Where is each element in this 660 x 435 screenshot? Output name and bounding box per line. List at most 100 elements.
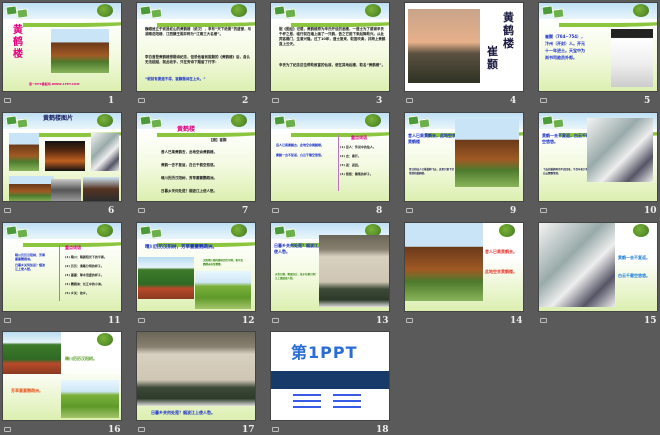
slide-number: 18 [376, 425, 389, 435]
park-photo [3, 332, 61, 374]
slide-thumbnail-8[interactable]: 重点词语昔人已乘黄鹤去，此地空余黄鹤楼。 黄鹤一去不复返，白云千载空悠悠。 (1) … [270, 112, 390, 202]
slide-number: 1 [108, 96, 115, 106]
slide-thumbnail-4[interactable]: 黄鹤楼 崔颢 [404, 2, 524, 92]
slide-transition-icon [4, 318, 11, 323]
slide-text: (4) 悠悠：飘荡的样子。 [340, 172, 373, 176]
link-line [293, 406, 321, 408]
tree-icon [633, 224, 649, 237]
slide-text: 黄鹤一去不复返。 [618, 255, 650, 260]
tower-photo [51, 179, 81, 201]
slide-number: 3 [376, 96, 383, 106]
rock-photo [195, 271, 251, 309]
slide-thumbnail-6[interactable]: 黄鹤楼图片 [2, 112, 122, 202]
slide-transition-icon [4, 427, 11, 432]
river-painting [137, 332, 255, 406]
slide-thumbnail-11[interactable]: 重点词语 晴川历历汉阳树，芳草萋萋鹦鹉洲。 日暮乡关何处是？烟波江上使人愁。 (1) … [2, 222, 122, 312]
stamp-icon [284, 8, 297, 19]
slide-transition-icon [272, 427, 279, 432]
slide-thumbnail-10[interactable]: 黄鹤一去不复返，白云千载空悠悠。 飞去的黄鹤再也不会回来，千百年来只有白云飘飘荡荡… [538, 112, 658, 202]
slide-text: 据《图经》记载，黄鹤楼原为辛氏开设的酒楼，一道士为了感谢辛氏千杯之恩，临行前在墙… [279, 27, 386, 46]
slide-number: 6 [108, 206, 115, 216]
slide-text: (2) 去：离开。 [340, 154, 361, 158]
slide-text: 汉阳晴川阁的碧树历历可辨，更可见鹦鹉洲芳草萋萋。 [203, 259, 244, 266]
slide-text: 日暮乡关何处是？烟波江上使人愁。 [15, 263, 46, 271]
slide-number: 8 [376, 206, 383, 216]
slide-number: 5 [644, 96, 651, 106]
slide-thumbnail-1[interactable]: 黄鹤楼 第一PPT模板网-WWW.1PPT.COM [2, 2, 122, 92]
portrait-drawing [611, 29, 653, 87]
tree-icon [231, 4, 247, 17]
tree-icon [365, 4, 381, 17]
slide-thumbnail-13[interactable]: 日暮乡关何处是？烟波江上使人愁。天色已晚，眺望远方，故乡在哪儿呢？江上烟波使人愁… [270, 222, 390, 312]
stamp-icon [552, 118, 565, 129]
pagoda-painting [455, 119, 519, 187]
link-line [333, 394, 361, 396]
slide-text: 崔颢（704~754），汴州（开封）人。开元十一年进士。天宝中为尚书司勋员外郎。 [545, 34, 586, 60]
slide-text: (4) 鹦鹉洲：长江中的小洲。 [65, 282, 104, 286]
slide-text: 李白曾登黄鹤楼想题诗纪念，但恐他看到崔颢的《黄鹤楼》后，自认无法超越，就此收手，… [145, 55, 250, 64]
slide-thumbnail-18[interactable]: 第1PPT [270, 331, 390, 421]
slide-number: 17 [242, 425, 255, 435]
divider-line [59, 245, 60, 301]
slide-text: 昔人已乘黄鹤去，此地空余黄鹤楼 [408, 133, 456, 144]
slide-thumbnail-2[interactable]: 巍峨耸立于武昌蛇山的黄鹤楼（武汉），享有“天下绝景”的盛誉，与湖南岳阳楼、江西滕… [136, 2, 256, 92]
slide-text: 重点词语 [351, 135, 367, 140]
slide-text: 昔人已乘黄鹤去，此地空余黄鹤楼。 [161, 150, 217, 154]
slide-text: 黄鹤楼 [13, 25, 23, 60]
slide-thumbnail-12[interactable]: 晴川历历汉阳树，芳草萋萋鹦鹉洲。 汉阳晴川阁的碧树历历可辨，更可见鹦鹉洲芳草萋萋。 [136, 222, 256, 312]
slide-transition-icon [4, 208, 11, 213]
slide-thumbnail-14[interactable]: 昔人已乘黄鹤去。 此地空余黄鹤楼。 [404, 222, 524, 312]
tree-icon [97, 114, 113, 127]
tree-icon [231, 224, 247, 237]
tower-photo [83, 177, 119, 201]
slide-number: 11 [108, 316, 121, 326]
slide-text: 天色已晚，眺望远方，故乡在哪儿呢？江上烟波使人愁。 [275, 273, 318, 280]
slide-thumbnail-7[interactable]: 黄鹤楼 【唐】崔颢 昔人已乘黄鹤去，此地空余黄鹤楼。 黄鹤一去不复返，白云千载空悠悠。… [136, 112, 256, 202]
slide-thumbnail-9[interactable]: 昔人已乘黄鹤去，此地空余黄鹤楼 昔日的仙人已乘黄鹤飞去，这里只留下空荡荡的黄鹤楼。 [404, 112, 524, 202]
slide-thumbnail-3[interactable]: 据《图经》记载，黄鹤楼原为辛氏开设的酒楼，一道士为了感谢辛氏千杯之恩，临行前在墙… [270, 2, 390, 92]
slide-transition-icon [272, 208, 279, 213]
slide-text: (5) 乡关：故乡。 [65, 291, 89, 295]
slide-thumbnail-16[interactable]: 晴川历历汉阳树。 芳草萋萋鹦鹉洲。 [2, 331, 122, 421]
slide-text: “眼前有景道不得，崔颢题诗在上头。” [145, 77, 206, 81]
slide-text: 【唐】崔颢 [209, 138, 227, 142]
slide-text: 日暮乡关何处是？烟波江上使人愁。 [151, 410, 215, 415]
slide-number: 14 [510, 316, 523, 326]
sunset-photo [408, 9, 480, 83]
tower-photo [91, 133, 119, 171]
slide-text: 晴川历历汉阳树，芳草萋萋鹦鹉洲。 [15, 253, 46, 261]
tower-photo [9, 133, 39, 171]
stamp-icon [150, 228, 163, 239]
slide-number: 9 [510, 206, 517, 216]
slide-transition-icon [540, 98, 547, 103]
slide-text: 日暮乡关何处是？烟波江上使人愁。 [274, 243, 322, 254]
slide-transition-icon [540, 208, 547, 213]
slide-text: (2) 历历：清晰分明的样子。 [65, 264, 104, 268]
slide-text: 黄鹤一去不复返，白云千载空悠悠。 [276, 153, 325, 157]
slide-number: 4 [510, 96, 517, 106]
tree-icon [231, 114, 247, 127]
river-painting [319, 235, 389, 307]
slide-text: 辛氏为了纪念这位帮助致富的仙翁，便在其地起楼，取名“黄鹤楼”。 [279, 63, 386, 67]
info-banner [271, 371, 389, 389]
slide-text: (3) 萋萋：草木茂盛的样子。 [65, 273, 104, 277]
slide-thumbnail-15[interactable]: 黄鹤一去不复返。 白云千载空悠悠。 [538, 222, 658, 312]
slide-transition-icon [4, 98, 11, 103]
slide-text: (1) 昔人：传说中的仙人。 [340, 145, 376, 149]
tree-icon [499, 224, 515, 237]
slide-text: 昔人已乘黄鹤去，此地空余黄鹤楼。 [276, 143, 325, 147]
link-line [293, 400, 321, 402]
slide-transition-icon [406, 318, 413, 323]
slide-text: 黄鹤一去不复返，白云千载空悠悠。 [542, 133, 590, 144]
stamp-icon [150, 8, 163, 19]
slide-transition-icon [272, 98, 279, 103]
tree-icon [365, 114, 381, 127]
slide-transition-icon [138, 427, 145, 432]
pagoda-photo [51, 29, 109, 73]
slide-thumbnail-5[interactable]: 崔颢（704~754），汴州（开封）人。开元十一年进士。天宝中为尚书司勋员外郎。 [538, 2, 658, 92]
ink-landscape-painting [587, 118, 653, 182]
slide-transition-icon [540, 318, 547, 323]
slide-text: 黄鹤楼 [177, 126, 196, 133]
tree-icon [97, 4, 113, 17]
slide-thumbnail-17[interactable]: 日暮乡关何处是？烟波江上使人愁。 [136, 331, 256, 421]
